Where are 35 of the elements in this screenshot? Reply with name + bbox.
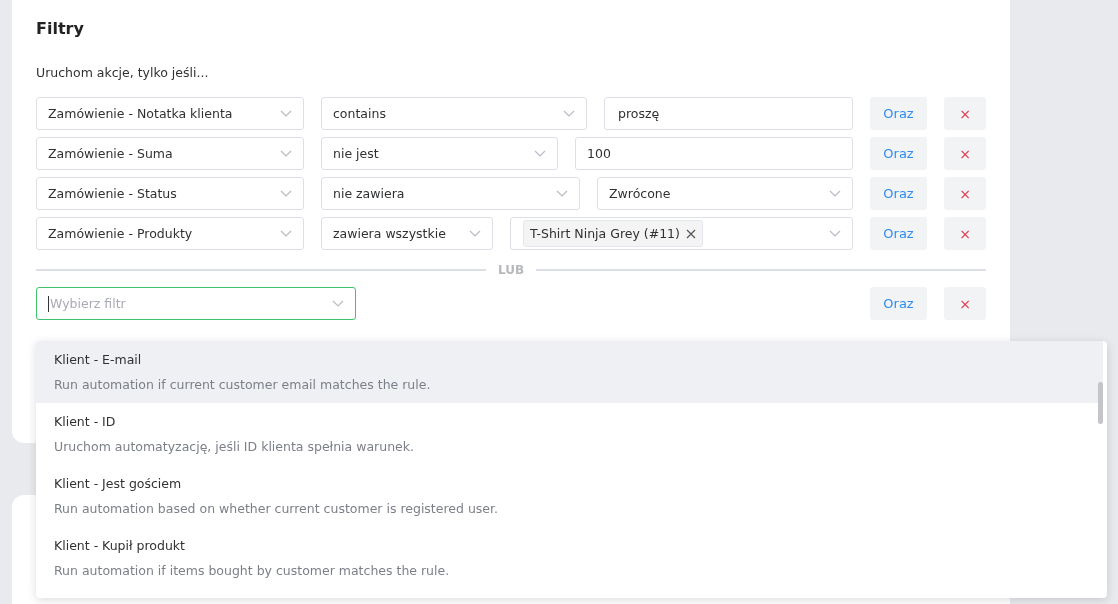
value-select[interactable]: Zwrócone [597, 177, 853, 210]
chevron-down-icon [280, 110, 292, 117]
operator-select[interactable]: zawiera wszystkie [321, 217, 493, 250]
operator-select[interactable]: nie zawiera [321, 177, 580, 210]
remove-button[interactable]: × [944, 97, 986, 130]
chevron-down-icon [829, 190, 841, 197]
card-title: Filtry [36, 18, 85, 40]
field-select[interactable]: Zamówienie - Status [36, 177, 304, 210]
remove-button[interactable]: × [944, 177, 986, 210]
remove-tag-icon[interactable] [685, 228, 696, 239]
or-separator: LUB [497, 263, 525, 277]
value-multiselect[interactable]: T-Shirt Ninja Grey (#11) [510, 217, 853, 250]
value-input[interactable]: proszę [604, 97, 853, 130]
chevron-down-icon [280, 150, 292, 157]
scrollbar-thumb[interactable] [1098, 382, 1103, 424]
chevron-down-icon [280, 230, 292, 237]
field-select[interactable]: Zamówienie - Suma [36, 137, 304, 170]
card-subtitle: Uruchom akcje, tylko jeśli... [36, 64, 210, 82]
chevron-down-icon [556, 190, 568, 197]
chevron-down-icon [280, 190, 292, 197]
chevron-down-icon [563, 110, 575, 117]
chevron-down-icon [332, 300, 344, 307]
chevron-down-icon [469, 230, 481, 237]
chevron-down-icon [829, 230, 841, 237]
remove-button[interactable]: × [944, 217, 986, 250]
field-select[interactable]: Zamówienie - Produkty [36, 217, 304, 250]
field-select[interactable]: Zamówienie - Notatka klienta [36, 97, 304, 130]
value-input[interactable]: 100 [575, 137, 853, 170]
product-tag: T-Shirt Ninja Grey (#11) [523, 220, 703, 247]
chevron-down-icon [534, 150, 546, 157]
remove-button[interactable]: × [944, 137, 986, 170]
remove-button[interactable]: × [944, 287, 986, 320]
filter-option[interactable]: Klient - E-mail Run automation if current customer email matches the rule. [36, 341, 1103, 403]
operator-select[interactable]: contains [321, 97, 587, 130]
operator-select[interactable]: nie jest [321, 137, 558, 170]
